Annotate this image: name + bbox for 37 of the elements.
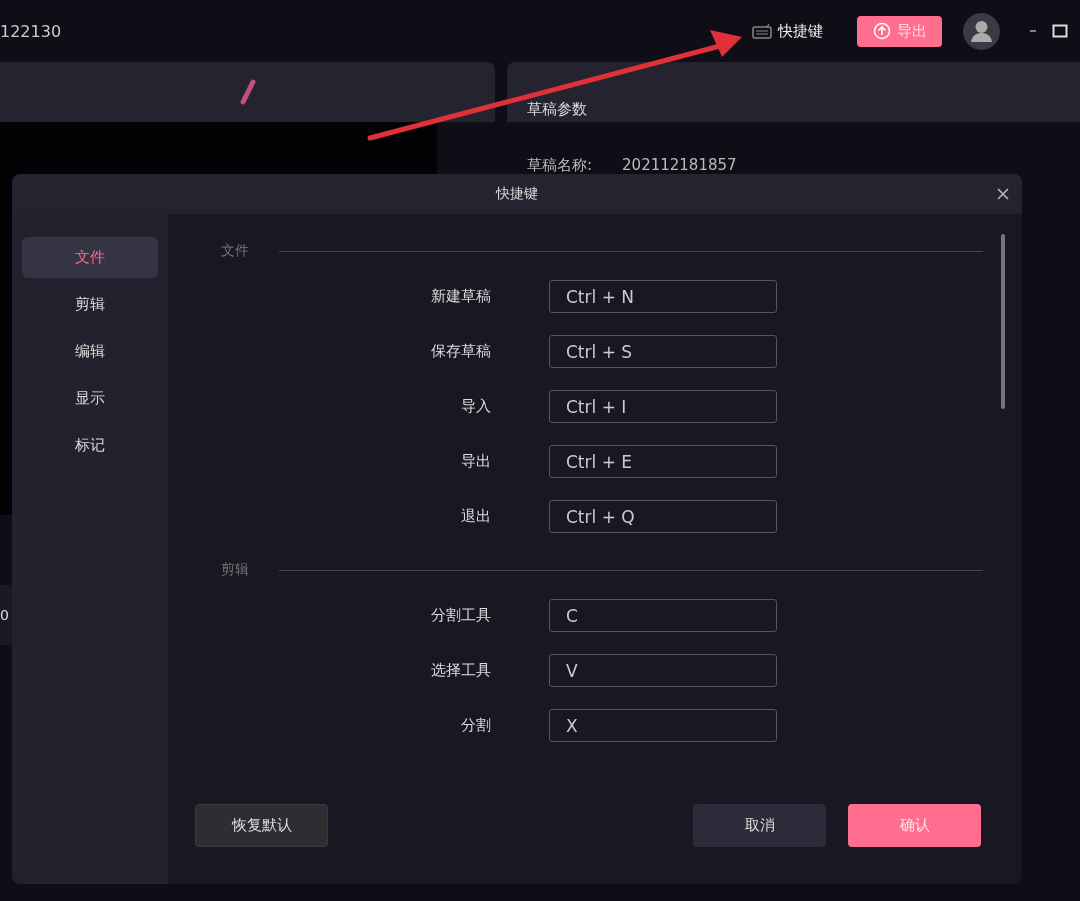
category-tab[interactable]: 文件 (22, 237, 158, 278)
shortcut-label: 分割工具 (430, 606, 491, 625)
shortcut-label: 选择工具 (430, 661, 491, 680)
dialog-title: 快捷键 (496, 185, 538, 203)
shortcut-link[interactable]: 快捷键 (752, 21, 823, 41)
shortcut-label: 导入 (460, 397, 491, 416)
upload-icon (872, 22, 891, 40)
shortcut-label: 退出 (460, 507, 491, 526)
category-tab[interactable]: 显示 (22, 378, 158, 419)
field-label: 草稿名称: (527, 156, 593, 175)
shortcut-label: 保存草稿 (430, 342, 491, 361)
shortcut-field[interactable]: X (549, 709, 777, 742)
category-tab[interactable]: 剪辑 (22, 284, 158, 325)
section-heading: 剪辑 (221, 561, 250, 579)
cancel-button[interactable]: 取消 (693, 804, 826, 847)
avatar-icon[interactable] (963, 12, 1000, 50)
shortcut-field[interactable]: Ctrl + E (549, 445, 777, 478)
category-tab[interactable]: 标记 (22, 425, 158, 466)
shortcut-label: 分割 (460, 716, 491, 735)
shortcut-field[interactable]: Ctrl + S (549, 335, 777, 368)
shortcut-label: 新建草稿 (430, 287, 491, 306)
section-heading: 文件 (221, 242, 250, 260)
category-tab[interactable]: 编辑 (22, 331, 158, 372)
scrollbar[interactable] (1001, 234, 1005, 409)
shortcut-field[interactable]: Ctrl + Q (549, 500, 777, 533)
shortcut-field[interactable]: C (549, 599, 777, 632)
shortcut-field[interactable]: Ctrl + I (549, 390, 777, 423)
project-title: 122130 (0, 21, 62, 41)
panel-title: 草稿参数 (507, 62, 1080, 122)
maximize-icon[interactable] (1052, 24, 1068, 38)
field-value: 202112181857 (622, 156, 737, 175)
shortcut-field[interactable]: Ctrl + N (549, 280, 777, 313)
shortcut-label: 导出 (460, 452, 491, 471)
slash-icon (239, 79, 256, 105)
shortcut-field[interactable]: V (549, 654, 777, 687)
reset-button[interactable]: 恢复默认 (195, 804, 328, 847)
keyboard-icon (752, 23, 772, 39)
